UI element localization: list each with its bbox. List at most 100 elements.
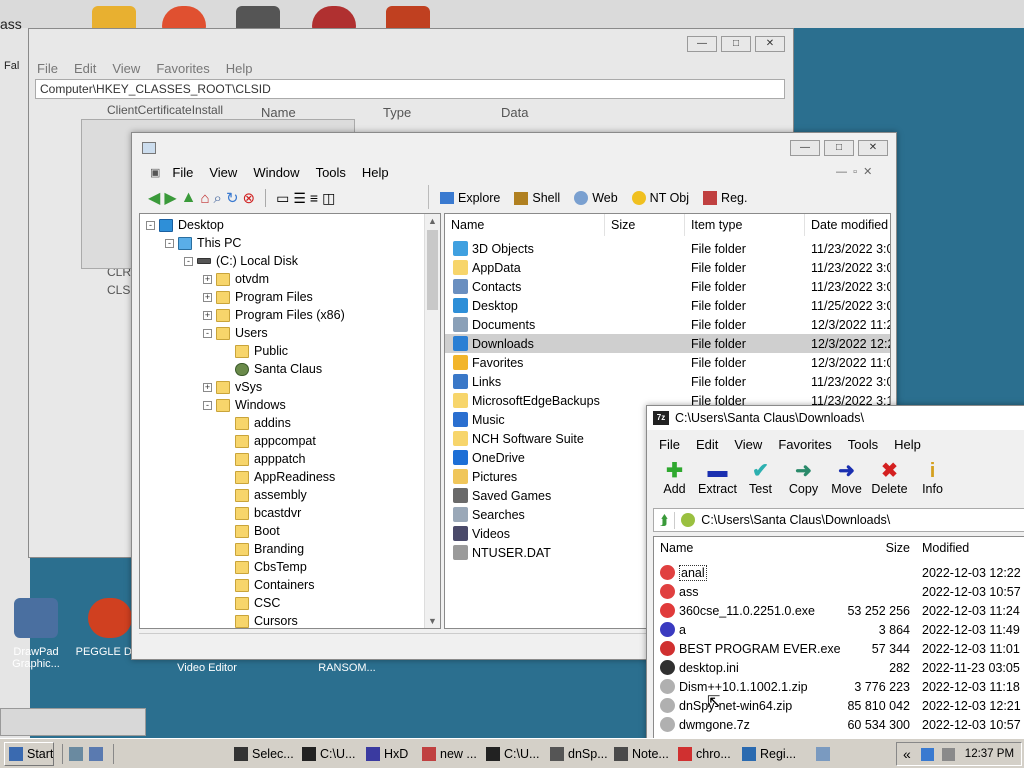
collapse-icon[interactable]: - [165,238,174,248]
file-row[interactable]: Desktop File folder 11/25/2022 3:09 [445,296,890,315]
up-arrow-icon[interactable]: ▲ [181,189,197,207]
archive-file-row[interactable]: dwmgone.7z 60 534 300 2022-12-03 10:57 [654,715,1024,734]
file-row[interactable]: Favorites File folder 12/3/2022 11:08 [445,353,890,372]
regedit-tree-item[interactable]: ClientCertificateInstall [107,103,223,117]
tree-item[interactable]: - Users [203,324,268,342]
tree-item[interactable]: AppReadiness [222,468,335,486]
volume-icon[interactable] [941,747,955,761]
tree-item[interactable]: Cursors [222,612,298,628]
folder-tree[interactable]: ▲ ▼ - Desktop - This PC - (C:) Local Disk + otv… [139,213,441,629]
tree-item[interactable]: - (C:) Local Disk [184,252,298,270]
menu-help[interactable]: Help [218,61,261,76]
scroll-up-icon[interactable]: ▲ [428,216,437,226]
taskbar-task-button[interactable]: C:\U... [482,742,544,766]
tray-chevron-button[interactable]: « [897,746,917,762]
file-row[interactable]: 3D Objects File folder 11/23/2022 3:05 [445,239,890,258]
sevenzip-test-button[interactable]: ✔ Test [739,460,782,496]
expand-icon[interactable]: + [203,310,212,320]
file-row[interactable]: Links File folder 11/23/2022 3:05 [445,372,890,391]
archive-file-row[interactable]: anal 2022-12-03 12:22 [654,563,1024,582]
tree-item[interactable]: appcompat [222,432,316,450]
tray-extra-icon[interactable] [816,746,830,761]
archive-file-row[interactable]: desktop.ini 282 2022-11-23 03:05 [654,658,1024,677]
tree-item[interactable]: bcastdvr [222,504,301,522]
quicklaunch-icon[interactable] [89,746,103,761]
tree-item[interactable]: + otvdm [203,270,269,288]
menu-help[interactable]: Help [886,437,929,452]
web-button[interactable]: Web [574,191,618,205]
taskbar-task-button[interactable]: dnSp... [546,742,608,766]
archive-file-row[interactable]: BEST PROGRAM EVER.exe 57 344 2022-12-03 11… [654,639,1024,658]
menu-tools[interactable]: Tools [840,437,886,452]
menu-favorites[interactable]: Favorites [770,437,839,452]
menu-window[interactable]: Window [245,165,307,180]
archive-file-row[interactable]: 360cse_11.0.2251.0.exe 53 252 256 2022-12-… [654,601,1024,620]
tree-item[interactable]: Boot [222,522,280,540]
regedit-address-bar[interactable]: Computer\HKEY_CLASSES_ROOT\CLSID [35,79,785,99]
explore-button[interactable]: Explore [440,191,500,205]
taskbar-task-button[interactable]: new ... [418,742,480,766]
details-icon[interactable]: ≡ [310,190,318,206]
forward-arrow-icon[interactable]: ▶ [164,188,176,208]
menu-favorites[interactable]: Favorites [148,61,217,76]
taskbar-task-button[interactable]: Regi... [738,742,804,766]
minimized-window-bar[interactable] [0,708,146,736]
menu-edit[interactable]: Edit [688,437,726,452]
sevenzip-titlebar[interactable]: 7z C:\Users\Santa Claus\Downloads\ [647,406,1024,430]
ntobj-button[interactable]: NT Obj [631,191,689,205]
show-desktop-icon[interactable] [69,746,83,761]
home-icon[interactable]: ⌂ [200,190,209,207]
tree-item[interactable]: + vSys [203,378,262,396]
menu-edit[interactable]: Edit [66,61,104,76]
file-row[interactable]: Documents File folder 12/3/2022 11:28 [445,315,890,334]
tree-item[interactable]: - Windows [203,396,286,414]
scroll-down-icon[interactable]: ▼ [428,616,437,626]
regedit-col-type[interactable]: Type [383,105,411,120]
col-size[interactable]: Size [605,214,685,236]
tree-item[interactable]: Public [222,342,288,360]
col-size[interactable]: Size [814,537,914,559]
sevenzip-add-button[interactable]: ✚ Add [653,460,696,496]
file-row[interactable]: Downloads File folder 12/3/2022 12:28 [445,334,890,353]
sevenzip-extract-button[interactable]: ▬ Extract [696,460,739,496]
tree-item[interactable]: Containers [222,576,314,594]
menu-tools[interactable]: Tools [308,165,354,180]
taskbar-task-button[interactable]: Selec... [230,742,296,766]
menu-file[interactable]: File [164,165,201,180]
up-folder-icon[interactable]: ⮭ [654,511,676,529]
tree-item[interactable]: - Desktop [146,216,224,234]
col-modified[interactable]: Modified [914,537,1024,559]
sevenzip-address-input[interactable]: C:\Users\Santa Claus\Downloads\ [701,513,890,527]
collapse-icon[interactable]: - [203,328,212,338]
minimize-button[interactable]: — [790,140,820,156]
expand-icon[interactable]: + [203,274,212,284]
regedit-col-name[interactable]: Name [261,105,296,120]
tree-item[interactable]: Branding [222,540,304,558]
tree-item[interactable]: + Program Files (x86) [203,306,345,324]
tree-item[interactable]: CSC [222,594,280,612]
menu-view[interactable]: View [104,61,148,76]
taskbar-task-button[interactable]: HxD [362,742,416,766]
taskbar-task-button[interactable]: chro... [674,742,736,766]
tree-item[interactable]: apppatch [222,450,305,468]
desktop-app-icon[interactable] [14,598,58,638]
col-type[interactable]: Item type [685,214,805,236]
archive-file-row[interactable]: a 3 864 2022-12-03 11:49 [654,620,1024,639]
desktop-app-icon[interactable] [88,598,132,638]
maximize-button[interactable]: □ [721,36,751,52]
menu-help[interactable]: Help [354,165,397,180]
collapse-icon[interactable]: - [184,256,193,266]
col-name[interactable]: Name [654,537,814,559]
tree-item[interactable]: assembly [222,486,307,504]
tree-item[interactable]: CbsTemp [222,558,307,576]
refresh-icon[interactable]: ↻ [226,189,239,207]
file-row[interactable]: AppData File folder 11/23/2022 3:05 [445,258,890,277]
collapse-icon[interactable]: - [203,400,212,410]
tree-item[interactable]: Santa Claus [222,360,322,378]
sevenzip-move-button[interactable]: ➜ Move [825,460,868,496]
start-button[interactable]: Start [4,741,54,766]
tree-item[interactable]: addins [222,414,291,432]
view-icon[interactable]: ▭ [276,190,289,207]
stop-icon[interactable]: ⊗ [243,189,256,207]
archive-file-row[interactable]: ass 2022-12-03 10:57 [654,582,1024,601]
